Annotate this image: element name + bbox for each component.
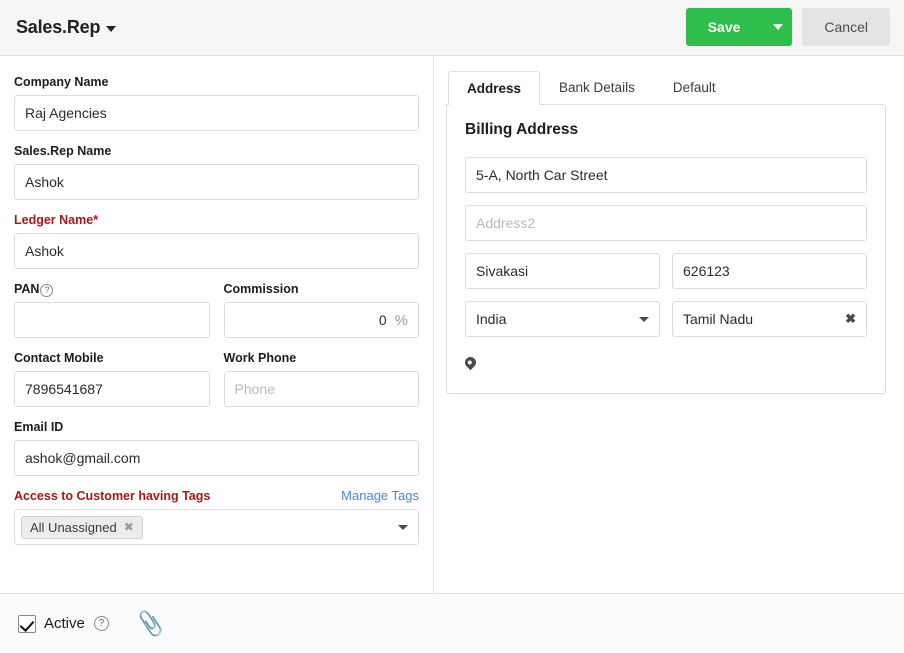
field-company-name: Company Name [14,74,419,131]
question-circle-icon[interactable]: ? [93,616,109,631]
field-contact-mobile: Contact Mobile [14,350,210,407]
manage-tags-link[interactable]: Manage Tags [341,488,419,503]
contact-mobile-label: Contact Mobile [14,351,104,365]
sales-rep-name-input[interactable] [14,164,419,200]
field-access-tags: Access to Customer having Tags Manage Ta… [14,488,419,545]
active-label: Active [44,615,85,632]
sales-rep-form-page: Sales.Rep Save Cancel Company Name Sales… [0,0,904,653]
left-form-column: Company Name Sales.Rep Name Ledger Name*… [0,56,434,593]
commission-percent-suffix: % [394,311,408,329]
state-select[interactable]: Tamil Nadu ✖ [672,301,867,337]
chevron-down-icon[interactable] [106,26,117,32]
save-button-label: Save [707,19,741,35]
ledger-name-label: Ledger Name* [14,212,419,228]
company-name-input[interactable] [14,95,419,131]
tab-address[interactable]: Address [448,71,541,105]
pincode-input[interactable] [672,253,867,289]
ledger-name-label-text: Ledger Name [14,213,94,227]
chevron-down-icon [772,24,783,30]
field-sales-rep-name: Sales.Rep Name [14,143,419,200]
state-value: Tamil Nadu [683,311,754,327]
chevron-down-icon[interactable] [398,525,408,530]
access-tags-label-row: Access to Customer having Tags Manage Ta… [14,488,419,504]
work-phone-input[interactable] [223,371,419,407]
page-title: Sales.Rep [16,17,101,37]
page-footer: Active ? 📎 [0,593,904,653]
question-circle-icon[interactable]: ? [40,284,54,297]
field-pan: PAN? [14,281,210,338]
pan-label-text: PAN [14,282,40,296]
active-checkbox[interactable] [18,614,36,633]
commission-label: Commission [223,282,299,296]
row-phones: Contact Mobile Work Phone [14,350,419,419]
commission-input[interactable]: 0 % [223,302,419,338]
ledger-name-input[interactable] [14,233,419,269]
country-value: India [476,311,507,327]
page-body: Company Name Sales.Rep Name Ledger Name*… [0,56,904,593]
pan-label: PAN? [14,281,210,297]
address2-row [465,205,867,241]
country-select[interactable]: India [465,301,660,337]
active-checkbox-wrap[interactable]: Active ? [18,614,109,633]
email-id-label: Email ID [14,420,64,434]
map-location-row [462,349,867,373]
city-pincode-row [465,253,867,289]
header-actions: Save Cancel [685,8,890,46]
page-title-dropdown[interactable]: Sales.Rep [16,17,117,38]
country-state-row: India Tamil Nadu ✖ [465,301,867,337]
sales-rep-name-label: Sales.Rep Name [14,144,112,158]
close-icon[interactable]: ✖ [845,311,856,327]
tab-default[interactable]: Default [654,70,735,104]
pan-input[interactable] [14,302,210,338]
cancel-button[interactable]: Cancel [802,8,890,46]
tab-bank-details[interactable]: Bank Details [540,70,654,104]
access-tags-label: Access to Customer having Tags [14,489,211,503]
tab-bar: Address Bank Details Default [448,70,886,105]
address-tab-panel: Billing Address India [446,104,886,394]
paperclip-icon[interactable]: 📎 [135,609,166,639]
row-pan-commission: PAN? Commission 0 % [14,281,419,350]
address-line1-input[interactable] [465,157,867,193]
close-icon[interactable]: ✖ [124,520,134,534]
field-email-id: Email ID [14,419,419,476]
commission-value: 0 [378,312,387,328]
field-ledger-name: Ledger Name* [14,212,419,269]
map-pin-icon[interactable] [462,354,479,371]
email-id-input[interactable] [14,440,419,476]
field-commission: Commission 0 % [223,281,419,338]
tag-chip-label: All Unassigned [30,519,117,535]
address1-row [465,157,867,193]
tag-chip[interactable]: All Unassigned ✖ [21,515,143,539]
work-phone-label: Work Phone [223,351,297,365]
page-header: Sales.Rep Save Cancel [0,0,904,56]
access-tags-select[interactable]: All Unassigned ✖ [14,509,419,545]
company-name-label: Company Name [14,75,109,89]
required-marker: * [93,213,99,227]
chevron-down-icon[interactable] [639,317,649,322]
field-work-phone: Work Phone [223,350,419,407]
save-button[interactable]: Save [685,8,793,46]
right-tab-column: Address Bank Details Default Billing Add… [434,56,904,593]
billing-address-title: Billing Address [465,121,579,138]
address-line2-input[interactable] [465,205,867,241]
city-input[interactable] [465,253,660,289]
save-dropdown-toggle[interactable] [762,8,792,46]
contact-mobile-input[interactable] [14,371,210,407]
